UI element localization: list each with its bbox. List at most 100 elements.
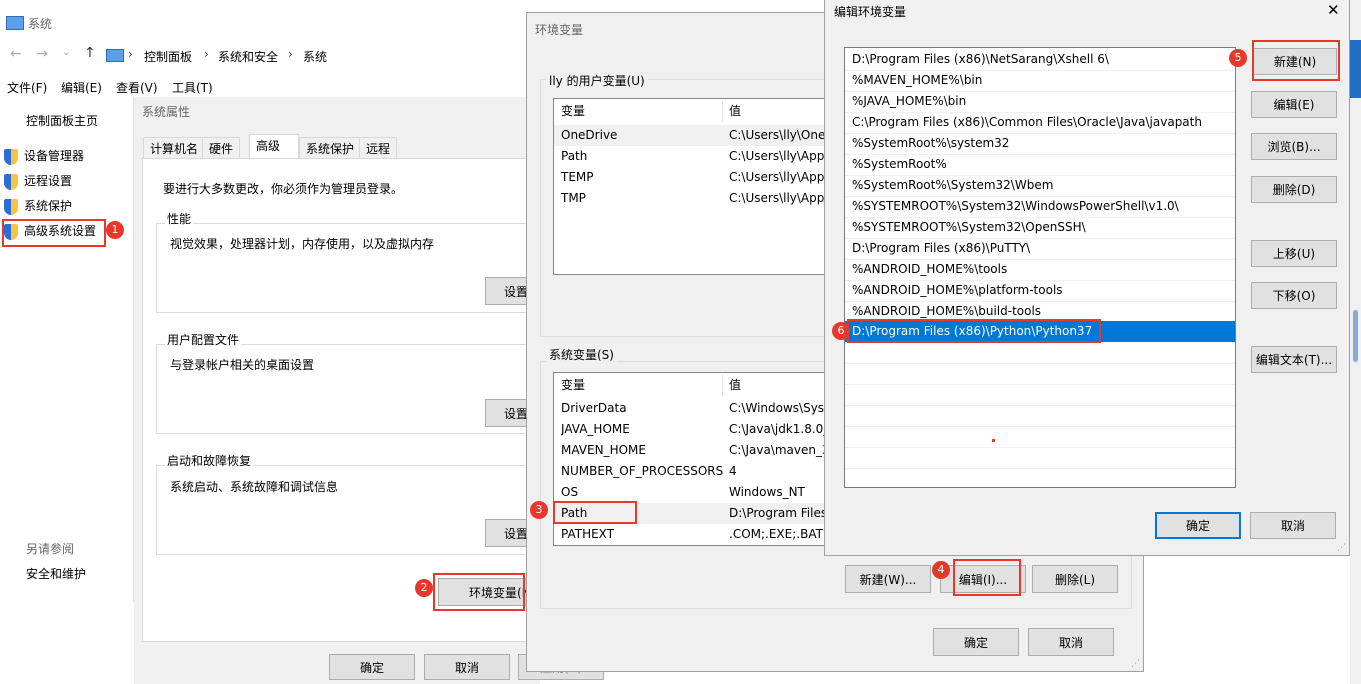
system-delete-button[interactable]: 删除(L) xyxy=(1032,565,1118,593)
dialog-title: 编辑环境变量 xyxy=(834,5,907,19)
variable-name: OS xyxy=(561,485,579,499)
edit-cancel-button[interactable]: 取消 xyxy=(1250,512,1336,539)
empty-row xyxy=(845,342,1235,364)
tab-panel: 要进行大多数更改，你必须作为管理员登录。 性能 视觉效果，处理器计划，内存使用，… xyxy=(142,158,558,642)
list-item[interactable]: %SystemRoot%\System32\Wbem xyxy=(845,175,1235,197)
list-item[interactable]: %SystemRoot%\system32 xyxy=(845,133,1235,155)
variable-value: Windows_NT xyxy=(729,485,805,499)
breadcrumb-item[interactable]: 控制面板 xyxy=(144,48,192,65)
scrollbar-thumb[interactable] xyxy=(1353,310,1358,362)
list-item[interactable]: C:\Program Files (x86)\Common Files\Orac… xyxy=(845,112,1235,134)
annotation-box xyxy=(2,219,106,247)
user-vars-label: lly 的用户变量(U) xyxy=(546,72,648,89)
shield-icon xyxy=(4,148,18,165)
admin-note: 要进行大多数更改，你必须作为管理员登录。 xyxy=(163,182,404,196)
sidebar-item-remote[interactable]: 远程设置 xyxy=(4,172,72,190)
sidebar-item-label: 系统保护 xyxy=(24,199,73,213)
back-arrow-icon[interactable]: ← xyxy=(10,46,22,62)
breadcrumb-item[interactable]: 系统和安全 xyxy=(218,48,278,65)
column-header-variable[interactable]: 变量 xyxy=(561,101,585,122)
sidebar-item-device-manager[interactable]: 设备管理器 xyxy=(4,147,84,165)
variable-value: .COM;.EXE;.BAT;. xyxy=(729,527,831,541)
empty-row xyxy=(845,363,1235,385)
path-list[interactable]: D:\Program Files (x86)\NetSarang\Xshell … xyxy=(844,47,1236,488)
list-item[interactable]: %ANDROID_HOME%\tools xyxy=(845,259,1235,281)
list-item[interactable]: D:\Program Files (x86)\PuTTY\ xyxy=(845,238,1235,260)
sidebar-home-link[interactable]: 控制面板主页 xyxy=(26,112,98,129)
annotation-box xyxy=(953,559,1021,596)
variable-value: D:\Program Files xyxy=(729,506,828,520)
annotation-marker: 4 xyxy=(932,561,950,579)
annotation-box xyxy=(433,573,525,611)
tab-advanced[interactable]: 高级 xyxy=(249,134,299,159)
list-item[interactable]: %JAVA_HOME%\bin xyxy=(845,91,1235,113)
list-item[interactable]: D:\Program Files (x86)\NetSarang\Xshell … xyxy=(845,49,1235,71)
tab-computer-name[interactable]: 计算机名 xyxy=(143,137,206,159)
variable-value: C:\Java\jdk1.8.0_ xyxy=(729,422,830,436)
menu-file[interactable]: 文件(F) xyxy=(7,79,47,96)
profile-label: 用户配置文件 xyxy=(165,331,242,348)
list-item[interactable]: %MAVEN_HOME%\bin xyxy=(845,70,1235,92)
shield-icon xyxy=(4,198,18,215)
variable-name: JAVA_HOME xyxy=(561,422,630,436)
variable-name: OneDrive xyxy=(561,128,618,142)
tab-system-protection[interactable]: 系统保护 xyxy=(299,137,362,159)
variable-name: NUMBER_OF_PROCESSORS xyxy=(561,464,724,478)
breadcrumb-sep-icon: › xyxy=(288,47,293,61)
variable-name: MAVEN_HOME xyxy=(561,443,646,457)
annotation-box xyxy=(1252,40,1340,81)
edit-ok-button[interactable]: 确定 xyxy=(1155,512,1241,539)
column-header-value[interactable]: 值 xyxy=(729,375,741,396)
annotation-box xyxy=(553,501,637,524)
edit-text-button[interactable]: 编辑文本(T)... xyxy=(1251,346,1337,373)
annotation-marker: 3 xyxy=(530,501,548,519)
menu-view[interactable]: 查看(V) xyxy=(116,79,158,96)
menu-edit[interactable]: 编辑(E) xyxy=(61,79,102,96)
breadcrumb-item[interactable]: 系统 xyxy=(303,48,327,65)
dialog-title: 系统属性 xyxy=(142,105,191,119)
column-divider xyxy=(722,375,723,396)
security-maintenance-link[interactable]: 安全和维护 xyxy=(26,565,86,582)
scrollbar-accent xyxy=(1350,40,1361,98)
empty-row xyxy=(845,426,1235,448)
column-header-variable[interactable]: 变量 xyxy=(561,375,585,396)
annotation-box xyxy=(847,319,1101,343)
variable-name: PATHEXT xyxy=(561,527,615,541)
delete-path-button[interactable]: 删除(D) xyxy=(1251,176,1337,203)
empty-row xyxy=(845,405,1235,427)
profile-desc: 与登录帐户相关的桌面设置 xyxy=(170,358,315,372)
forward-arrow-icon[interactable]: → xyxy=(36,46,48,62)
resize-grip-icon[interactable]: ⋰ xyxy=(1337,543,1346,553)
close-icon[interactable]: ✕ xyxy=(1327,1,1340,19)
recent-chevron-icon[interactable]: ⌄ xyxy=(62,47,70,58)
move-down-button[interactable]: 下移(O) xyxy=(1251,282,1337,309)
breadcrumb-sep-icon: › xyxy=(128,47,133,61)
edit-path-button[interactable]: 编辑(E) xyxy=(1251,91,1337,118)
startup-label: 启动和故障恢复 xyxy=(165,452,254,469)
browse-path-button[interactable]: 浏览(B)... xyxy=(1251,133,1337,160)
sys-props-cancel-button[interactable]: 取消 xyxy=(424,654,510,680)
move-up-button[interactable]: 上移(U) xyxy=(1251,240,1337,267)
system-new-button[interactable]: 新建(W)... xyxy=(845,565,931,593)
menu-tools[interactable]: 工具(T) xyxy=(172,79,213,96)
empty-row xyxy=(845,384,1235,406)
sys-props-ok-button[interactable]: 确定 xyxy=(329,654,415,680)
list-item[interactable]: %ANDROID_HOME%\platform-tools xyxy=(845,280,1235,302)
breadcrumb-sep-icon: › xyxy=(204,47,209,61)
env-cancel-button[interactable]: 取消 xyxy=(1028,628,1114,656)
startup-desc: 系统启动、系统故障和调试信息 xyxy=(170,480,339,494)
column-header-value[interactable]: 值 xyxy=(729,101,741,122)
see-also-heading: 另请参阅 xyxy=(26,542,75,556)
tab-hardware[interactable]: 硬件 xyxy=(202,137,241,159)
up-arrow-icon[interactable]: ↑ xyxy=(84,45,96,61)
list-item[interactable]: %SYSTEMROOT%\System32\OpenSSH\ xyxy=(845,217,1235,239)
list-item[interactable]: %SYSTEMROOT%\System32\WindowsPowerShell\… xyxy=(845,196,1235,218)
list-item[interactable]: %SystemRoot% xyxy=(845,154,1235,176)
sidebar-item-protection[interactable]: 系统保护 xyxy=(4,197,72,215)
background-scrollbar[interactable] xyxy=(1350,0,1361,684)
resize-grip-icon[interactable]: ⋰ xyxy=(1131,659,1140,669)
variable-name: TEMP xyxy=(561,170,594,184)
tab-remote[interactable]: 远程 xyxy=(359,137,398,159)
env-ok-button[interactable]: 确定 xyxy=(933,628,1019,656)
window-titlebar: 系统 xyxy=(0,10,540,38)
